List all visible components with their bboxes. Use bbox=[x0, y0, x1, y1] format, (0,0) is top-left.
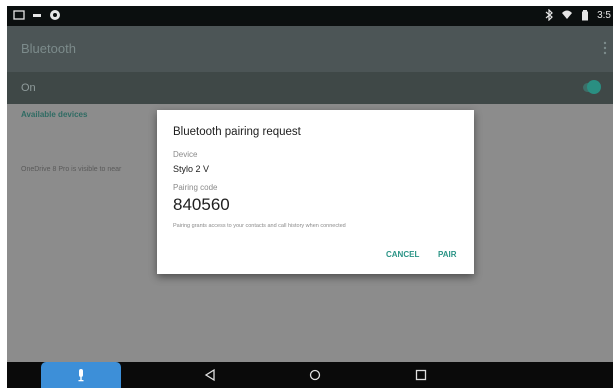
android-screen: 3:5 Bluetooth On Available devices OneDr… bbox=[7, 6, 613, 388]
device-label: Device bbox=[173, 150, 198, 159]
battery-icon bbox=[582, 10, 589, 21]
pairing-code: 840560 bbox=[173, 195, 230, 214]
available-devices-header: Available devices bbox=[21, 110, 88, 119]
bluetooth-toggle-row[interactable]: On bbox=[7, 72, 613, 104]
dialog-title: Bluetooth pairing request bbox=[173, 126, 301, 138]
pairing-dialog: Bluetooth pairing request Device Stylo 2… bbox=[157, 110, 474, 274]
toggle-label: On bbox=[21, 82, 36, 94]
cancel-button[interactable]: CANCEL bbox=[386, 250, 419, 259]
wifi-icon bbox=[562, 10, 573, 19]
pairing-note: Pairing grants access to your contacts a… bbox=[173, 223, 346, 229]
bluetooth-switch[interactable] bbox=[583, 80, 601, 94]
status-time: 3:5 bbox=[597, 9, 611, 21]
microphone-icon bbox=[78, 369, 84, 382]
switch-thumb bbox=[587, 80, 601, 94]
screenshot-icon bbox=[13, 10, 25, 20]
device-name: Stylo 2 V bbox=[173, 164, 210, 174]
visibility-text: OneDrive 8 Pro is visible to near bbox=[21, 166, 122, 173]
notification-icon bbox=[33, 14, 41, 17]
back-icon[interactable] bbox=[203, 368, 217, 382]
home-icon[interactable] bbox=[308, 368, 322, 382]
app-bar: Bluetooth bbox=[7, 26, 613, 72]
bluetooth-icon bbox=[545, 9, 553, 21]
recent-apps-icon[interactable] bbox=[414, 368, 428, 382]
pair-button[interactable]: PAIR bbox=[438, 250, 457, 259]
navigation-bar bbox=[7, 362, 613, 388]
pairing-code-label: Pairing code bbox=[173, 183, 218, 192]
page-title: Bluetooth bbox=[21, 41, 76, 56]
android-icon bbox=[50, 10, 60, 20]
status-bar: 3:5 bbox=[7, 6, 613, 26]
voice-input-button[interactable] bbox=[41, 362, 121, 388]
overflow-menu-icon[interactable] bbox=[603, 40, 607, 56]
